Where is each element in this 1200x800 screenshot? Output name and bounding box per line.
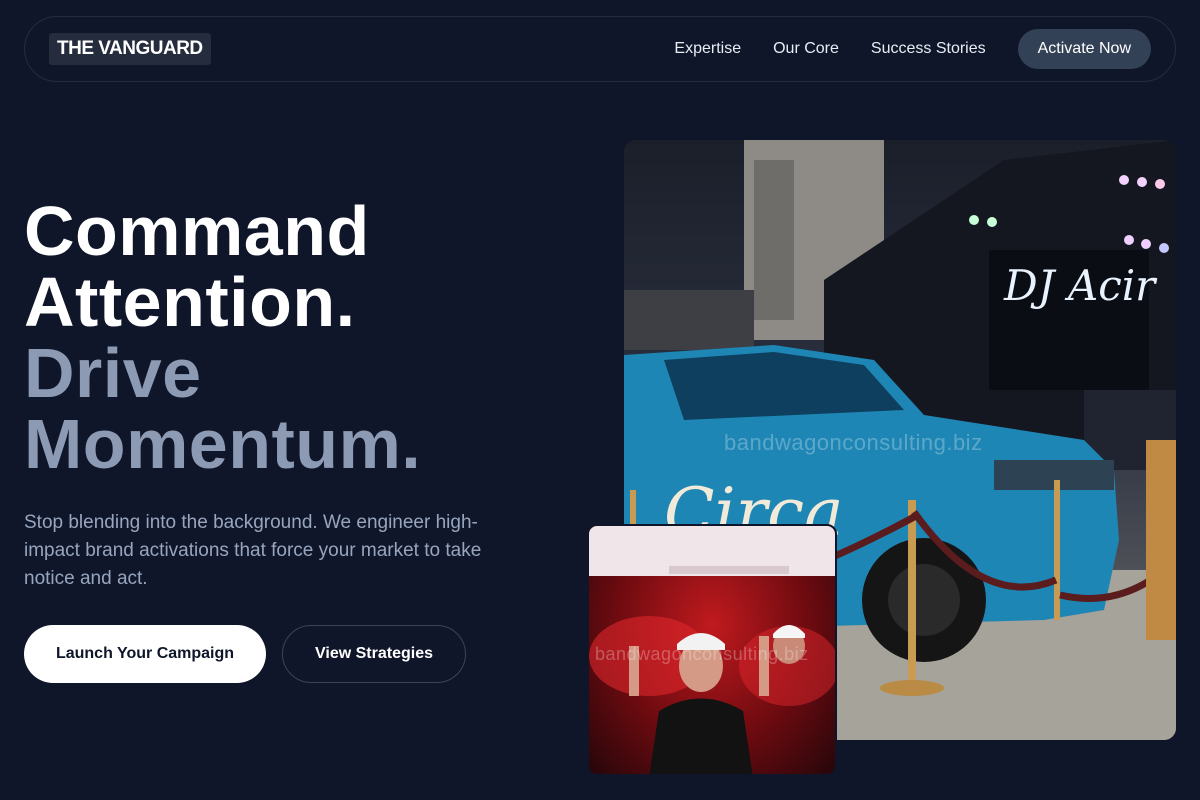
headline-line-1: Command xyxy=(24,192,370,270)
nav-links: Expertise Our Core Success Stories Activ… xyxy=(674,29,1151,69)
headline-line-2: Attention. xyxy=(24,263,356,341)
party-crowd-photo: bandwagonconsulting.biz xyxy=(587,524,837,776)
hero-headline: Command Attention. Drive Momentum. xyxy=(24,196,584,480)
nav-link-our-core[interactable]: Our Core xyxy=(773,40,839,58)
headline-line-3: Drive xyxy=(24,334,202,412)
watermark-text-small: bandwagonconsulting.biz xyxy=(595,644,809,664)
nav-link-expertise[interactable]: Expertise xyxy=(674,40,741,58)
watermark-text: bandwagonconsulting.biz xyxy=(724,430,983,455)
sign-text: DJ Acir xyxy=(1003,261,1158,310)
hero-subtext: Stop blending into the background. We en… xyxy=(24,512,482,589)
view-strategies-button[interactable]: View Strategies xyxy=(282,625,466,683)
launch-campaign-button[interactable]: Launch Your Campaign xyxy=(24,625,266,683)
nav-link-success-stories[interactable]: Success Stories xyxy=(871,40,986,58)
top-navigation: THE VANGUARD Expertise Our Core Success … xyxy=(24,16,1176,82)
headline-line-4: Momentum. xyxy=(24,405,422,483)
activate-now-button[interactable]: Activate Now xyxy=(1017,29,1151,69)
brand-logo[interactable]: THE VANGUARD xyxy=(49,33,211,65)
